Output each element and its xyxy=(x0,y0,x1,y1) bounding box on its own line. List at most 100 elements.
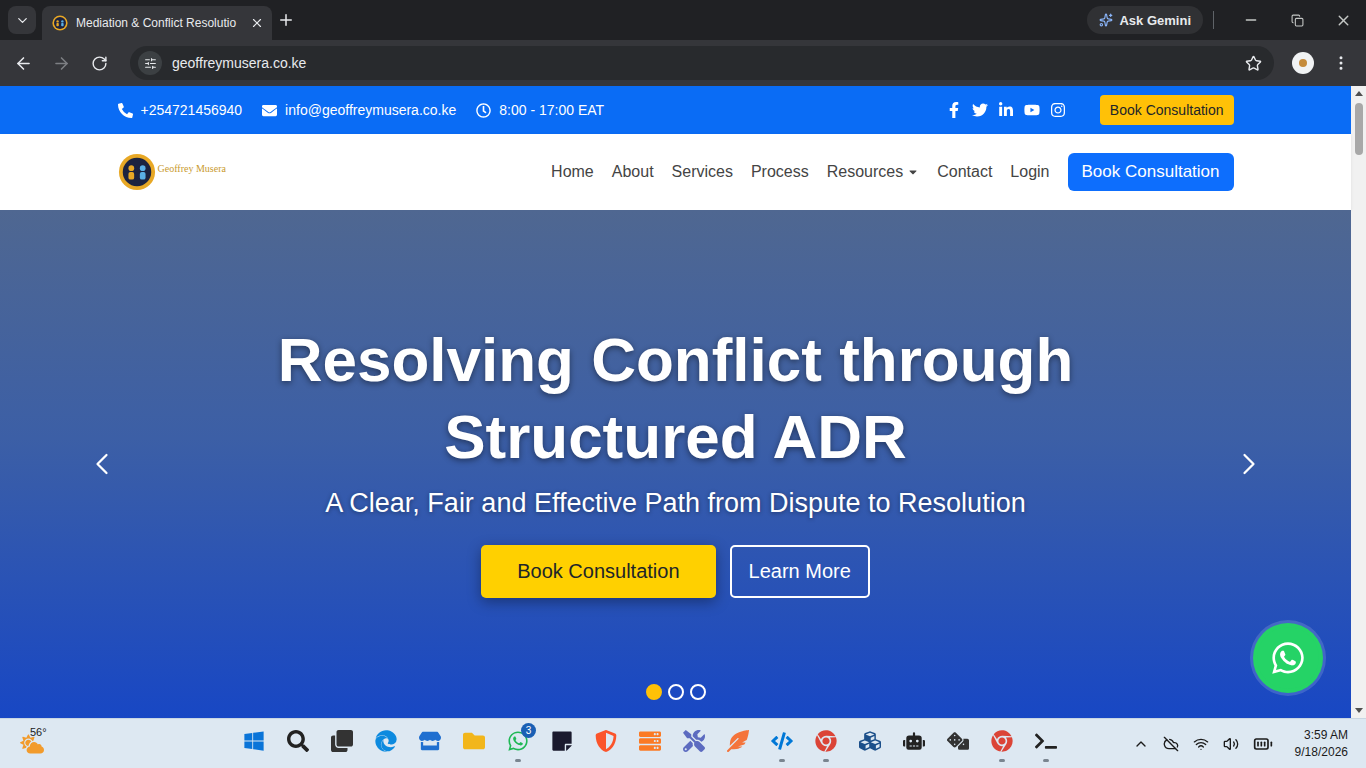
taskbar-app[interactable] xyxy=(364,719,408,768)
running-indicator xyxy=(295,759,301,762)
instagram-icon[interactable] xyxy=(1050,102,1066,118)
taskbar-app[interactable] xyxy=(716,719,760,768)
weather-temperature: 56° xyxy=(30,726,47,738)
whatsapp-button[interactable] xyxy=(1253,623,1323,693)
taskbar-app[interactable] xyxy=(980,719,1024,768)
hero-button[interactable]: Learn More xyxy=(730,545,870,598)
running-indicator xyxy=(911,759,917,762)
site-info-button[interactable] xyxy=(138,51,162,75)
chevron-down-icon xyxy=(15,13,30,28)
plus-icon xyxy=(277,11,295,29)
taskbar-app[interactable] xyxy=(408,719,452,768)
taskbar-app[interactable] xyxy=(452,719,496,768)
logo[interactable]: Geoffrey Musera xyxy=(118,153,226,191)
youtube-icon[interactable] xyxy=(1024,102,1040,118)
hero-button[interactable]: Book Consultation xyxy=(481,545,715,598)
phone-icon xyxy=(118,103,133,118)
taskbar-app[interactable] xyxy=(892,719,936,768)
forward-button[interactable] xyxy=(44,46,78,80)
running-indicator xyxy=(867,759,873,762)
scrollbar[interactable] xyxy=(1351,86,1366,718)
book-consultation-button[interactable]: Book Consultation xyxy=(1068,153,1234,191)
reload-button[interactable] xyxy=(82,46,116,80)
close-icon[interactable] xyxy=(250,16,264,30)
taskbar-app[interactable] xyxy=(540,719,584,768)
gemini-button[interactable]: Ask Gemini xyxy=(1087,6,1203,34)
email-icon xyxy=(262,103,277,118)
running-indicator xyxy=(251,759,257,762)
taskbar-app[interactable] xyxy=(320,719,364,768)
menu-button[interactable] xyxy=(1324,46,1358,80)
nav-link[interactable]: Contact xyxy=(937,163,992,181)
tab-search-button[interactable] xyxy=(8,6,36,34)
new-tab-button[interactable] xyxy=(272,6,300,34)
nav-link[interactable]: Process xyxy=(751,163,809,181)
clock-icon xyxy=(476,103,491,118)
running-indicator xyxy=(691,759,697,762)
browser-tab[interactable]: Mediation & Conflict Resolutio xyxy=(42,6,272,40)
book-consultation-button[interactable]: Book Consultation xyxy=(1100,95,1234,125)
address-bar[interactable]: geoffreymusera.co.ke xyxy=(130,46,1274,80)
chevron-up-icon[interactable] xyxy=(1133,736,1149,752)
scroll-down-icon[interactable] xyxy=(1355,708,1363,713)
taskbar-app[interactable] xyxy=(848,719,892,768)
nav-link[interactable]: Services xyxy=(672,163,733,181)
contact-item[interactable]: +254721456940 xyxy=(118,102,243,118)
taskbar-app[interactable] xyxy=(672,719,716,768)
nav-link[interactable]: Login xyxy=(1010,163,1049,181)
contact-item[interactable]: 8:00 - 17:00 EAT xyxy=(476,102,604,118)
scroll-thumb[interactable] xyxy=(1355,103,1363,155)
whatsapp-icon xyxy=(1270,640,1306,676)
menu-icon xyxy=(1332,54,1350,72)
taskbar-app[interactable]: 3 xyxy=(496,719,540,768)
taskbar-app[interactable] xyxy=(628,719,672,768)
screen: Mediation & Conflict Resolutio Ask Gemini… xyxy=(0,0,1366,768)
reload-icon xyxy=(91,55,108,72)
twitter-icon[interactable] xyxy=(972,102,988,118)
scroll-up-icon[interactable] xyxy=(1355,91,1363,96)
facebook-icon[interactable] xyxy=(946,102,962,118)
back-icon xyxy=(14,54,33,73)
brave-icon xyxy=(595,730,617,752)
battery-icon[interactable] xyxy=(1253,734,1273,754)
cloud-off-icon[interactable] xyxy=(1163,736,1179,752)
taskbar-app[interactable] xyxy=(804,719,848,768)
weather-widget[interactable]: 56° xyxy=(0,719,232,768)
chevron-right-icon xyxy=(1231,446,1267,482)
nav-link[interactable]: Resources xyxy=(827,163,919,181)
wifi-icon[interactable] xyxy=(1193,736,1209,752)
chevron-left-icon xyxy=(84,446,120,482)
taskbar-app[interactable] xyxy=(276,719,320,768)
back-button[interactable] xyxy=(6,46,40,80)
restore-button[interactable] xyxy=(1274,0,1320,40)
running-indicator xyxy=(999,759,1005,762)
time-text: 3:59 AM xyxy=(1304,727,1348,743)
taskbar-app[interactable] xyxy=(232,719,276,768)
logo-icon xyxy=(118,153,156,191)
clock[interactable]: 3:59 AM9/18/2026 xyxy=(1295,727,1348,759)
notification-badge: 3 xyxy=(521,723,536,738)
slide-indicator[interactable] xyxy=(690,684,706,700)
linkedin-icon[interactable] xyxy=(998,102,1014,118)
next-slide-button[interactable] xyxy=(1229,444,1269,484)
taskbar-app[interactable] xyxy=(936,719,980,768)
start-icon xyxy=(243,730,265,752)
nav-link[interactable]: About xyxy=(612,163,654,181)
slide-indicator[interactable] xyxy=(668,684,684,700)
taskbar-app[interactable] xyxy=(760,719,804,768)
taskbar-app[interactable] xyxy=(1024,719,1068,768)
running-indicator xyxy=(1043,759,1049,762)
star-icon[interactable] xyxy=(1245,55,1262,72)
volume-icon[interactable] xyxy=(1223,736,1239,752)
taskbar-app[interactable] xyxy=(584,719,628,768)
top-bar: +254721456940 info@geoffreymusera.co.ke 8:… xyxy=(0,86,1351,134)
notion-icon xyxy=(551,730,573,752)
slide-indicator[interactable] xyxy=(646,684,662,700)
running-indicator xyxy=(735,759,741,762)
profile-button[interactable] xyxy=(1286,46,1320,80)
close-button[interactable] xyxy=(1320,0,1366,40)
previous-slide-button[interactable] xyxy=(82,444,122,484)
contact-item[interactable]: info@geoffreymusera.co.ke xyxy=(262,102,456,118)
nav-link[interactable]: Home xyxy=(551,163,594,181)
minimize-button[interactable] xyxy=(1228,0,1274,40)
